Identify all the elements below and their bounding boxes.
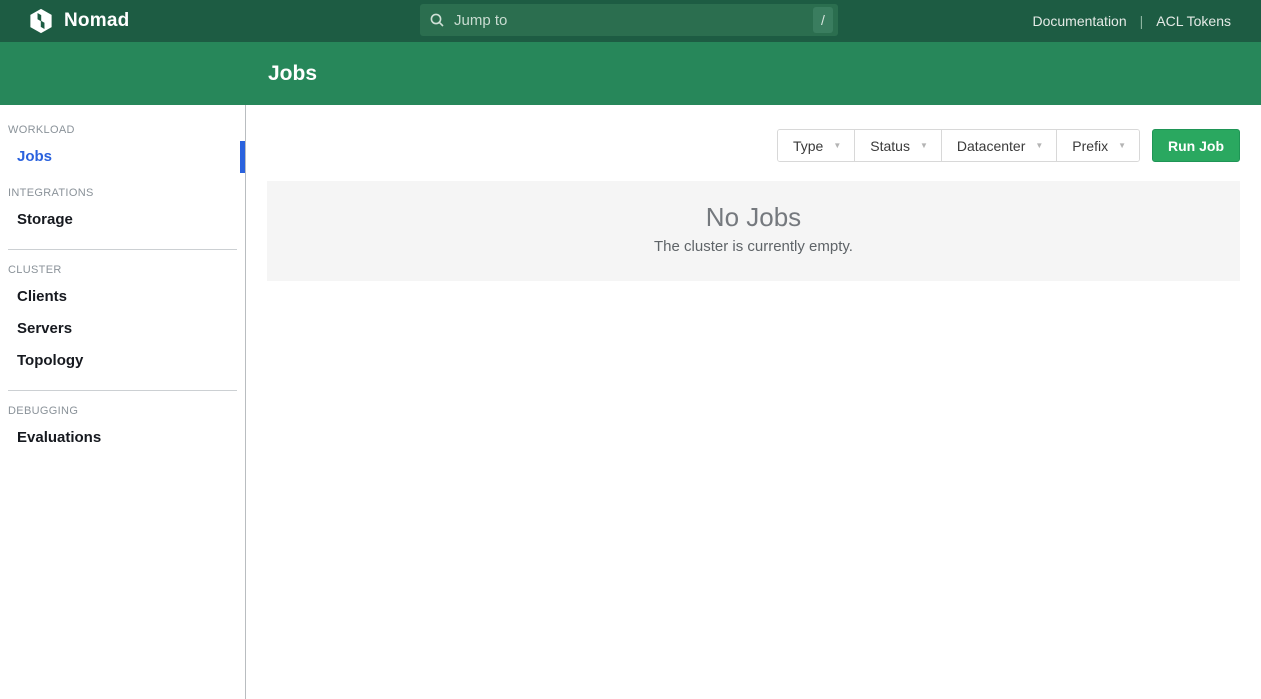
search-icon: [429, 12, 445, 28]
sidebar-section-label-workload: WORKLOAD: [8, 124, 237, 136]
sidebar-section-label-integrations: INTEGRATIONS: [8, 187, 237, 199]
sidebar-divider: [8, 390, 237, 391]
jump-to-search[interactable]: /: [420, 4, 838, 36]
empty-state: No Jobs The cluster is currently empty.: [267, 181, 1240, 281]
filter-label: Type: [793, 138, 823, 154]
empty-state-message: The cluster is currently empty.: [267, 238, 1240, 255]
filter-label: Prefix: [1072, 138, 1108, 154]
sidebar-section-label-debugging: DEBUGGING: [8, 405, 237, 417]
filter-status-dropdown[interactable]: Status ▼: [855, 130, 942, 161]
nomad-brand[interactable]: Nomad: [28, 8, 129, 34]
page-subheader: Jobs: [0, 42, 1261, 105]
filter-label: Datacenter: [957, 138, 1025, 154]
chevron-down-icon: ▼: [1118, 142, 1126, 150]
sidebar-item-servers[interactable]: Servers: [0, 313, 245, 345]
filter-prefix-dropdown[interactable]: Prefix ▼: [1057, 130, 1139, 161]
links-separator: |: [1140, 13, 1144, 29]
filter-label: Status: [870, 138, 910, 154]
sidebar-item-topology[interactable]: Topology: [0, 345, 245, 377]
jobs-toolbar: Type ▼ Status ▼ Datacenter ▼ Prefix ▼ Run Job: [267, 129, 1240, 162]
sidebar-section-label-cluster: CLUSTER: [8, 264, 237, 276]
sidebar-item-storage[interactable]: Storage: [0, 204, 245, 236]
sidebar-divider: [8, 249, 237, 250]
sidebar-item-jobs[interactable]: Jobs: [0, 141, 245, 173]
sidebar-item-clients[interactable]: Clients: [0, 281, 245, 313]
jump-to-search-input[interactable]: [452, 11, 838, 30]
chevron-down-icon: ▼: [920, 142, 928, 150]
topbar: Nomad / Documentation | ACL Tokens: [0, 0, 1261, 42]
shortcut-key-hint: /: [813, 7, 833, 33]
sidebar: WORKLOAD Jobs INTEGRATIONS Storage CLUSTER Cl…: [0, 105, 246, 699]
nomad-logo-icon: [28, 8, 54, 34]
chevron-down-icon: ▼: [833, 142, 841, 150]
acl-tokens-link[interactable]: ACL Tokens: [1156, 13, 1231, 29]
main-content: Type ▼ Status ▼ Datacenter ▼ Prefix ▼ Run Job N…: [246, 105, 1261, 699]
chevron-down-icon: ▼: [1035, 142, 1043, 150]
topbar-links: Documentation | ACL Tokens: [1032, 13, 1231, 29]
page-title: Jobs: [268, 62, 317, 86]
run-job-button[interactable]: Run Job: [1152, 129, 1240, 162]
brand-text: Nomad: [64, 10, 129, 32]
empty-state-title: No Jobs: [267, 181, 1240, 232]
filter-type-dropdown[interactable]: Type ▼: [778, 130, 855, 161]
sidebar-item-evaluations[interactable]: Evaluations: [0, 422, 245, 454]
documentation-link[interactable]: Documentation: [1032, 13, 1126, 29]
filter-datacenter-dropdown[interactable]: Datacenter ▼: [942, 130, 1057, 161]
filter-group: Type ▼ Status ▼ Datacenter ▼ Prefix ▼: [777, 129, 1140, 162]
